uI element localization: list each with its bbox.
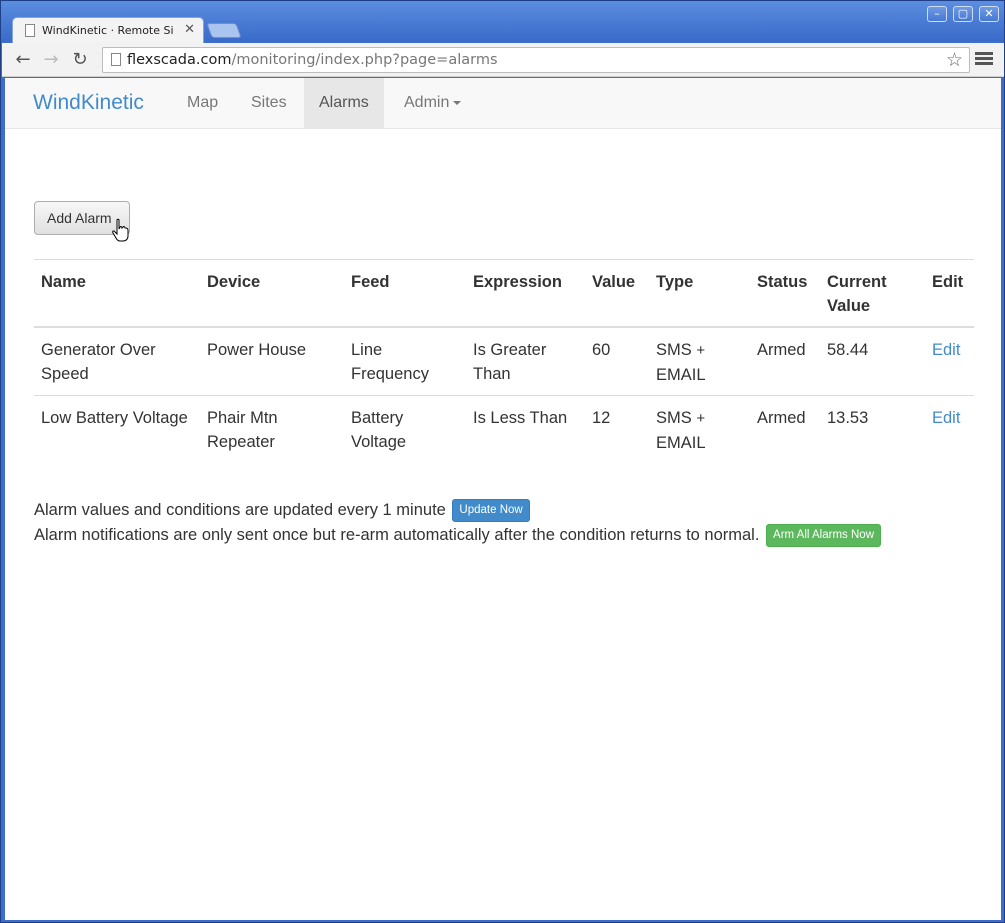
cell-feed: Line Frequency bbox=[344, 326, 466, 396]
type-sms: SMS bbox=[656, 409, 692, 427]
header-value: Value bbox=[585, 259, 649, 328]
cell-device: Power House bbox=[200, 326, 344, 396]
url-text: flexscada.com/monitoring/index.php?page=… bbox=[127, 52, 498, 68]
address-bar[interactable]: flexscada.com/monitoring/index.php?page=… bbox=[102, 47, 970, 73]
close-window-button[interactable]: ✕ bbox=[979, 6, 999, 22]
edit-link[interactable]: Edit bbox=[932, 409, 960, 427]
tab-title: WindKinetic · Remote Si bbox=[42, 24, 174, 37]
new-tab-button[interactable] bbox=[206, 23, 242, 38]
page-icon bbox=[111, 53, 121, 66]
nav-item-admin-label: Admin bbox=[404, 94, 450, 111]
nav-item-admin[interactable]: Admin bbox=[389, 78, 476, 128]
reload-icon[interactable]: ↻ bbox=[69, 49, 91, 71]
bookmark-star-icon[interactable]: ☆ bbox=[946, 49, 963, 71]
header-edit: Edit bbox=[925, 259, 974, 328]
cell-edit: Edit bbox=[925, 395, 974, 463]
close-tab-icon[interactable]: ✕ bbox=[184, 22, 195, 37]
maximize-button[interactable]: ▢ bbox=[953, 6, 973, 22]
nav-item-map[interactable]: Map bbox=[172, 78, 233, 128]
header-status: Status bbox=[750, 259, 820, 328]
browser-tab[interactable]: WindKinetic · Remote Si ✕ bbox=[12, 17, 204, 43]
table-header-row: Name Device Feed Expression Value Type S… bbox=[34, 259, 974, 328]
table-row: Generator Over Speed Power House Line Fr… bbox=[34, 326, 974, 396]
arm-all-alarms-button[interactable]: Arm All Alarms Now bbox=[766, 524, 881, 547]
update-now-button[interactable]: Update Now bbox=[452, 499, 530, 522]
header-feed: Feed bbox=[344, 259, 466, 328]
nav-item-alarms[interactable]: Alarms bbox=[304, 78, 384, 128]
update-note: Alarm values and conditions are updated … bbox=[34, 499, 530, 522]
type-sms: SMS bbox=[656, 341, 692, 359]
cell-expression: Is Less Than bbox=[466, 395, 585, 463]
page-content: WindKinetic Map Sites Alarms Admin Add A… bbox=[5, 78, 1001, 920]
update-text: Alarm values and conditions are updated … bbox=[34, 500, 446, 519]
cell-feed: Battery Voltage bbox=[344, 395, 466, 463]
cell-current-value: 13.53 bbox=[820, 395, 925, 463]
header-current-value: Current Value bbox=[820, 259, 925, 328]
browser-window: WindKinetic · Remote Si ✕ – ▢ ✕ ← → ↻ fl… bbox=[0, 0, 1005, 923]
cell-value: 60 bbox=[585, 326, 649, 396]
type-email: EMAIL bbox=[656, 434, 706, 452]
rearm-note: Alarm notifications are only sent once b… bbox=[34, 524, 881, 547]
cell-type: SMS + EMAIL bbox=[649, 395, 750, 463]
browser-toolbar: ← → ↻ flexscada.com/monitoring/index.php… bbox=[2, 43, 1004, 77]
rearm-text: Alarm notifications are only sent once b… bbox=[34, 525, 760, 544]
nav-item-sites[interactable]: Sites bbox=[236, 78, 302, 128]
site-navbar: WindKinetic Map Sites Alarms Admin bbox=[5, 78, 1001, 129]
cell-value: 12 bbox=[585, 395, 649, 463]
minimize-button[interactable]: – bbox=[927, 6, 947, 22]
alarms-table: Name Device Feed Expression Value Type S… bbox=[34, 259, 974, 463]
table-row: Low Battery Voltage Phair Mtn Repeater B… bbox=[34, 395, 974, 463]
type-email: EMAIL bbox=[656, 366, 706, 384]
brand-link[interactable]: WindKinetic bbox=[33, 91, 144, 115]
cell-status: Armed bbox=[750, 326, 820, 396]
back-arrow-icon[interactable]: ← bbox=[12, 49, 34, 71]
header-device: Device bbox=[200, 259, 344, 328]
forward-arrow-icon[interactable]: → bbox=[40, 49, 62, 71]
cell-status: Armed bbox=[750, 395, 820, 463]
edit-link[interactable]: Edit bbox=[932, 341, 960, 359]
caret-down-icon bbox=[453, 100, 462, 105]
page-icon bbox=[25, 24, 35, 37]
header-type: Type bbox=[649, 259, 750, 328]
cell-edit: Edit bbox=[925, 326, 974, 396]
hand-cursor-icon bbox=[112, 218, 129, 242]
hamburger-menu-icon[interactable] bbox=[975, 50, 993, 68]
header-name: Name bbox=[34, 259, 200, 328]
cell-current-value: 58.44 bbox=[820, 326, 925, 396]
cell-name: Generator Over Speed bbox=[34, 326, 200, 396]
cell-name: Low Battery Voltage bbox=[34, 395, 200, 463]
cell-device: Phair Mtn Repeater bbox=[200, 395, 344, 463]
cell-type: SMS + EMAIL bbox=[649, 326, 750, 396]
title-bar: WindKinetic · Remote Si ✕ – ▢ ✕ bbox=[1, 1, 1004, 43]
cell-expression: Is Greater Than bbox=[466, 326, 585, 396]
header-expression: Expression bbox=[466, 259, 585, 328]
